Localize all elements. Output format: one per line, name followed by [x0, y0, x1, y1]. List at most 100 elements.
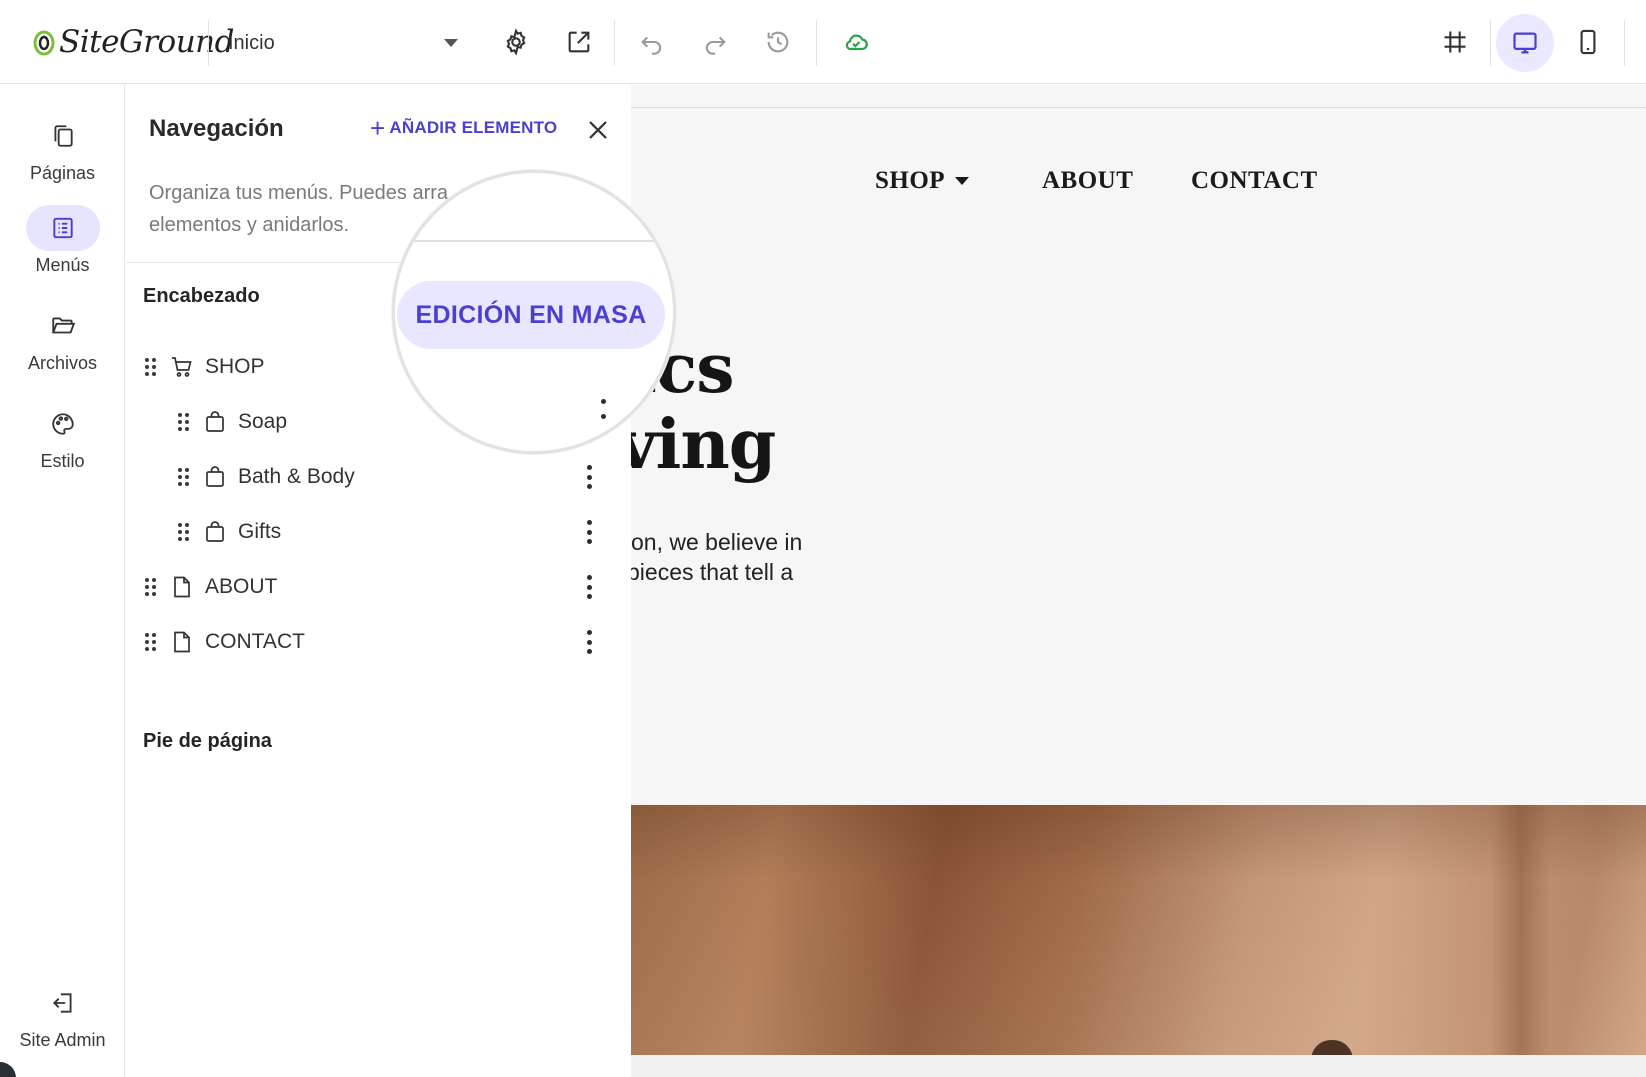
more-options-button[interactable] [584, 630, 594, 654]
bulk-edit-label: EDICIÓN EN MASA [415, 300, 647, 329]
rail-icon-wrap [25, 205, 100, 251]
page-selector[interactable]: Inicio [228, 24, 458, 62]
rail-icon-wrap [26, 113, 100, 159]
settings-button[interactable] [498, 24, 534, 60]
toolbar-divider [208, 20, 209, 66]
palette-icon [51, 413, 74, 435]
folder-icon [51, 317, 75, 334]
hero-paragraph-line: on, we believe in [631, 529, 803, 555]
bag-icon [202, 519, 228, 545]
rail-item-files[interactable]: Archivos [0, 303, 125, 374]
menu-item-label: SHOP [205, 355, 265, 378]
mobile-icon [1580, 29, 1596, 55]
cart-icon [169, 354, 195, 380]
drag-handle-icon[interactable] [143, 631, 159, 653]
bag-icon [202, 464, 228, 490]
close-icon [589, 121, 607, 139]
page-icon [169, 629, 195, 655]
rail-item-menus[interactable]: Menús [0, 205, 125, 276]
gear-icon [506, 28, 526, 56]
add-item-label: AÑADIR ELEMENTO [389, 118, 558, 137]
menu-item-contact[interactable]: CONTACT [143, 622, 603, 662]
undo-icon [641, 36, 662, 55]
external-link-icon [568, 31, 590, 53]
section-footer-title: Pie de página [143, 730, 272, 752]
chevron-down-icon [444, 39, 458, 47]
grid-icon [1444, 31, 1466, 53]
history-icon [767, 31, 789, 53]
hero-paragraph-line: pieces that tell a [631, 559, 794, 585]
rail-item-style[interactable]: Estilo [0, 401, 125, 472]
toolbar-divider [614, 20, 615, 66]
site-nav-label: ABOUT [1042, 167, 1134, 194]
rail-label: Archivos [27, 353, 98, 373]
more-options-button[interactable] [584, 575, 594, 599]
site-nav-contact[interactable]: CONTACT [1191, 167, 1318, 195]
menu-item-gifts[interactable]: Gifts [176, 512, 603, 552]
panel-description-line: Organiza tus menús. Puedes arra [149, 182, 449, 204]
toolbar-divider [1490, 20, 1491, 66]
page-selector-value: Inicio [228, 31, 275, 54]
menu-item-label: Soap [238, 410, 288, 433]
divider [631, 107, 1646, 108]
mobile-view-button[interactable] [1570, 24, 1606, 60]
publish-status-button[interactable] [838, 24, 874, 60]
menus-icon [52, 217, 73, 239]
section-header-title: Encabezado [143, 285, 260, 307]
rail-icon-wrap [26, 980, 100, 1026]
desktop-view-button[interactable] [1496, 14, 1554, 72]
open-site-button[interactable] [561, 24, 597, 60]
desktop-icon [1513, 32, 1537, 54]
plus-icon: + [370, 113, 386, 143]
rail-label: Páginas [29, 163, 96, 183]
rail-label: Site Admin [19, 1030, 106, 1050]
toolbar-divider [816, 20, 817, 66]
more-options-button[interactable] [584, 520, 594, 544]
preview-bottom-strip [631, 1055, 1646, 1077]
hero-heading-line: ving [631, 405, 776, 485]
drag-handle-icon[interactable] [176, 466, 192, 488]
rail-icon-wrap [26, 401, 100, 447]
page-icon [169, 574, 195, 600]
drag-handle-icon[interactable] [143, 356, 159, 378]
menu-item-label: Bath & Body [238, 465, 355, 488]
cloud-check-icon [845, 34, 868, 51]
menu-item-label: ABOUT [205, 575, 278, 598]
toolbar-divider [1624, 20, 1625, 66]
top-toolbar: SiteGround Inicio [0, 0, 1646, 84]
rail-label: Menús [35, 255, 90, 275]
drag-handle-icon[interactable] [176, 521, 192, 543]
drag-handle-icon[interactable] [143, 576, 159, 598]
bulk-edit-button[interactable]: EDICIÓN EN MASA [397, 281, 665, 349]
site-nav-about[interactable]: ABOUT [1042, 167, 1133, 195]
magnifier-callout: EDICIÓN EN MASA [392, 170, 676, 454]
site-nav-label: CONTACT [1191, 167, 1318, 194]
siteground-logo: SiteGround [32, 22, 234, 62]
drag-handle-icon[interactable] [176, 411, 192, 433]
menu-item-label: Gifts [238, 520, 282, 543]
panel-title: Navegación [149, 115, 284, 142]
rail-label: Estilo [40, 451, 85, 471]
pages-icon [53, 125, 73, 147]
redo-icon [705, 36, 726, 55]
rail-item-site-admin[interactable]: Site Admin [0, 980, 125, 1051]
hero-image [631, 805, 1646, 1055]
site-nav-label: SHOP [875, 167, 946, 194]
site-nav-shop[interactable]: SHOP [875, 167, 970, 195]
site-preview[interactable]: SHOP ABOUT CONTACT ics ving on, we belie… [631, 85, 1646, 1077]
caret-down-icon [955, 177, 970, 185]
undo-button[interactable] [634, 24, 670, 60]
grid-toggle-button[interactable] [1437, 24, 1473, 60]
more-options-button[interactable] [584, 465, 594, 489]
redo-button[interactable] [697, 24, 733, 60]
menu-item-label: CONTACT [205, 630, 305, 653]
add-item-button[interactable]: + AÑADIR ELEMENTO [370, 113, 558, 143]
rail-icon-wrap [26, 303, 100, 349]
history-button[interactable] [760, 24, 796, 60]
menu-item-about[interactable]: ABOUT [143, 567, 603, 607]
rail-item-pages[interactable]: Páginas [0, 113, 125, 184]
menu-item-bath-body[interactable]: Bath & Body [176, 457, 603, 497]
siteground-logo-mark-icon [33, 30, 55, 56]
bag-icon [202, 409, 228, 435]
close-panel-button[interactable] [584, 116, 612, 144]
